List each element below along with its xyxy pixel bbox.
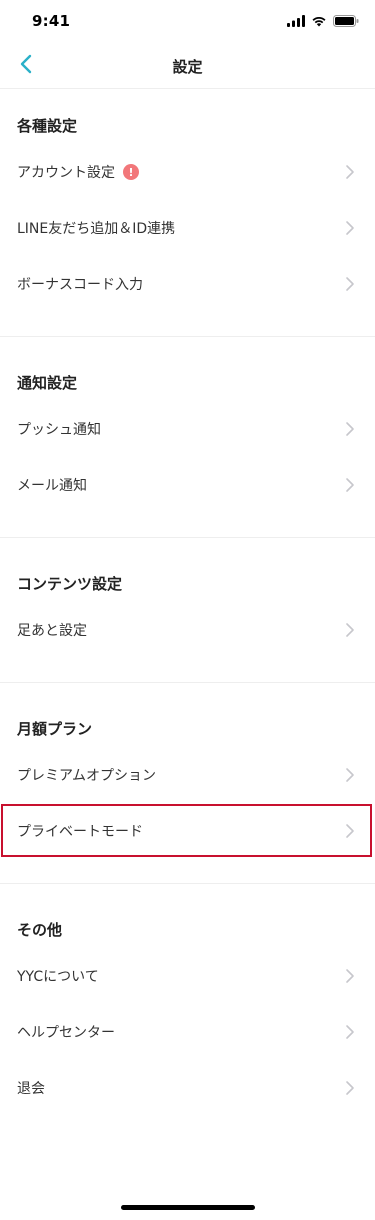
chevron-right-icon [346, 165, 354, 179]
row-premium-option[interactable]: プレミアムオプション [0, 747, 375, 803]
chevron-right-icon [346, 422, 354, 436]
section-content: コンテンツ設定 足あと設定 [0, 538, 375, 683]
section-title: コンテンツ設定 [17, 575, 123, 593]
row-label: メール通知 [17, 478, 87, 494]
section-title: 各種設定 [17, 117, 78, 135]
row-label: ボーナスコード入力 [17, 277, 143, 293]
row-help-center[interactable]: ヘルプセンター [0, 1004, 375, 1060]
row-label: LINE友だち追加＆ID連携 [17, 221, 176, 237]
row-account-settings[interactable]: アカウント設定 ! [0, 144, 375, 200]
chevron-right-icon [346, 969, 354, 983]
chevron-right-icon [346, 221, 354, 235]
row-footprint-settings[interactable]: 足あと設定 [0, 602, 375, 658]
row-label: プレミアムオプション [17, 768, 157, 784]
page-title: 設定 [172, 58, 203, 76]
section-account: 各種設定 アカウント設定 ! LINE友だち追加＆ID連携 ボーナスコード入力 [0, 89, 375, 337]
row-label: 退会 [17, 1081, 45, 1097]
row-label: YYCについて [17, 969, 99, 985]
row-mail-notification[interactable]: メール通知 [0, 457, 375, 513]
chevron-right-icon [346, 478, 354, 492]
section-title: その他 [17, 921, 63, 939]
section-monthly-plan: 月額プラン プレミアムオプション プライベートモード [0, 683, 375, 884]
chevron-right-icon [346, 623, 354, 637]
highlight-frame [1, 804, 372, 857]
row-label: ヘルプセンター [17, 1025, 115, 1041]
status-bar: 9:41 [0, 0, 375, 44]
section-title: 月額プラン [17, 720, 93, 738]
row-bonus-code[interactable]: ボーナスコード入力 [0, 256, 375, 312]
status-icons [287, 14, 359, 28]
alert-badge-icon: ! [123, 164, 139, 180]
row-withdraw[interactable]: 退会 [0, 1060, 375, 1116]
signal-icon [287, 12, 305, 31]
chevron-right-icon [346, 1025, 354, 1039]
chevron-right-icon [346, 1081, 354, 1095]
settings-screen: 9:41 設定 各種設定 アカウント設定 ! LINE友だち追加＆ID連携 ボー… [0, 0, 375, 1220]
battery-icon [333, 12, 359, 31]
row-label-wrap: アカウント設定 ! [17, 162, 139, 182]
row-label: アカウント設定 [17, 165, 115, 181]
row-push-notification[interactable]: プッシュ通知 [0, 401, 375, 457]
nav-bar: 設定 [0, 44, 375, 89]
wifi-icon [311, 12, 327, 31]
chevron-right-icon [346, 277, 354, 291]
row-label: 足あと設定 [17, 623, 87, 639]
status-time: 9:41 [32, 12, 71, 30]
home-indicator[interactable] [121, 1205, 255, 1210]
row-about-yyc[interactable]: YYCについて [0, 948, 375, 1004]
row-label: プッシュ通知 [17, 422, 101, 438]
chevron-right-icon [346, 768, 354, 782]
section-other: その他 YYCについて ヘルプセンター 退会 [0, 884, 375, 1114]
row-line-link[interactable]: LINE友だち追加＆ID連携 [0, 200, 375, 256]
section-title: 通知設定 [17, 374, 78, 392]
section-notifications: 通知設定 プッシュ通知 メール通知 [0, 337, 375, 538]
